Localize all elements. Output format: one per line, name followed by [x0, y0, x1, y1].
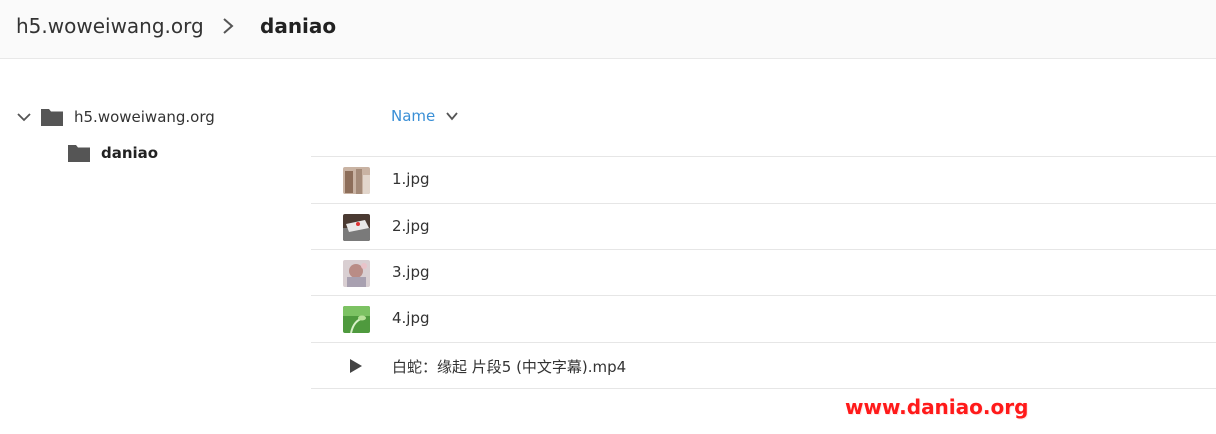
breadcrumb-root[interactable]: h5.woweiwang.org — [16, 14, 204, 38]
sidebar-item-daniao[interactable]: daniao — [67, 143, 158, 163]
file-name: 3.jpg — [392, 263, 430, 281]
list-item[interactable]: 1.jpg — [311, 157, 1216, 203]
breadcrumb-current: daniao — [260, 14, 337, 38]
play-icon — [350, 359, 362, 373]
image-thumbnail-icon — [343, 167, 370, 194]
sidebar-item-label: daniao — [101, 144, 159, 162]
sidebar-item-root[interactable]: h5.woweiwang.org — [16, 107, 215, 127]
chevron-right-icon — [223, 18, 234, 34]
chevron-down-icon — [446, 112, 458, 121]
list-item[interactable]: 2.jpg — [311, 204, 1216, 250]
file-name: 4.jpg — [392, 309, 430, 327]
image-thumbnail-icon — [343, 214, 370, 241]
breadcrumb: h5.woweiwang.org daniao — [0, 0, 1216, 59]
list-item[interactable]: 4.jpg — [311, 296, 1216, 342]
sort-by-name-button[interactable]: Name — [391, 107, 459, 125]
file-name: 白蛇：缘起 片段5 (中文字幕).mp4 — [392, 358, 627, 376]
list-item[interactable]: 白蛇：缘起 片段5 (中文字幕).mp4 — [311, 343, 1216, 389]
image-thumbnail-icon — [343, 306, 370, 333]
image-thumbnail-icon — [343, 260, 370, 287]
folder-icon — [41, 109, 63, 126]
file-name: 2.jpg — [392, 217, 430, 235]
watermark: www.daniao.org — [845, 395, 1029, 419]
column-header-name: Name — [391, 107, 436, 125]
chevron-down-icon[interactable] — [16, 109, 32, 125]
sidebar-item-label: h5.woweiwang.org — [74, 108, 215, 126]
folder-icon — [68, 145, 90, 162]
file-name: 1.jpg — [392, 170, 430, 188]
list-item[interactable]: 3.jpg — [311, 250, 1216, 296]
